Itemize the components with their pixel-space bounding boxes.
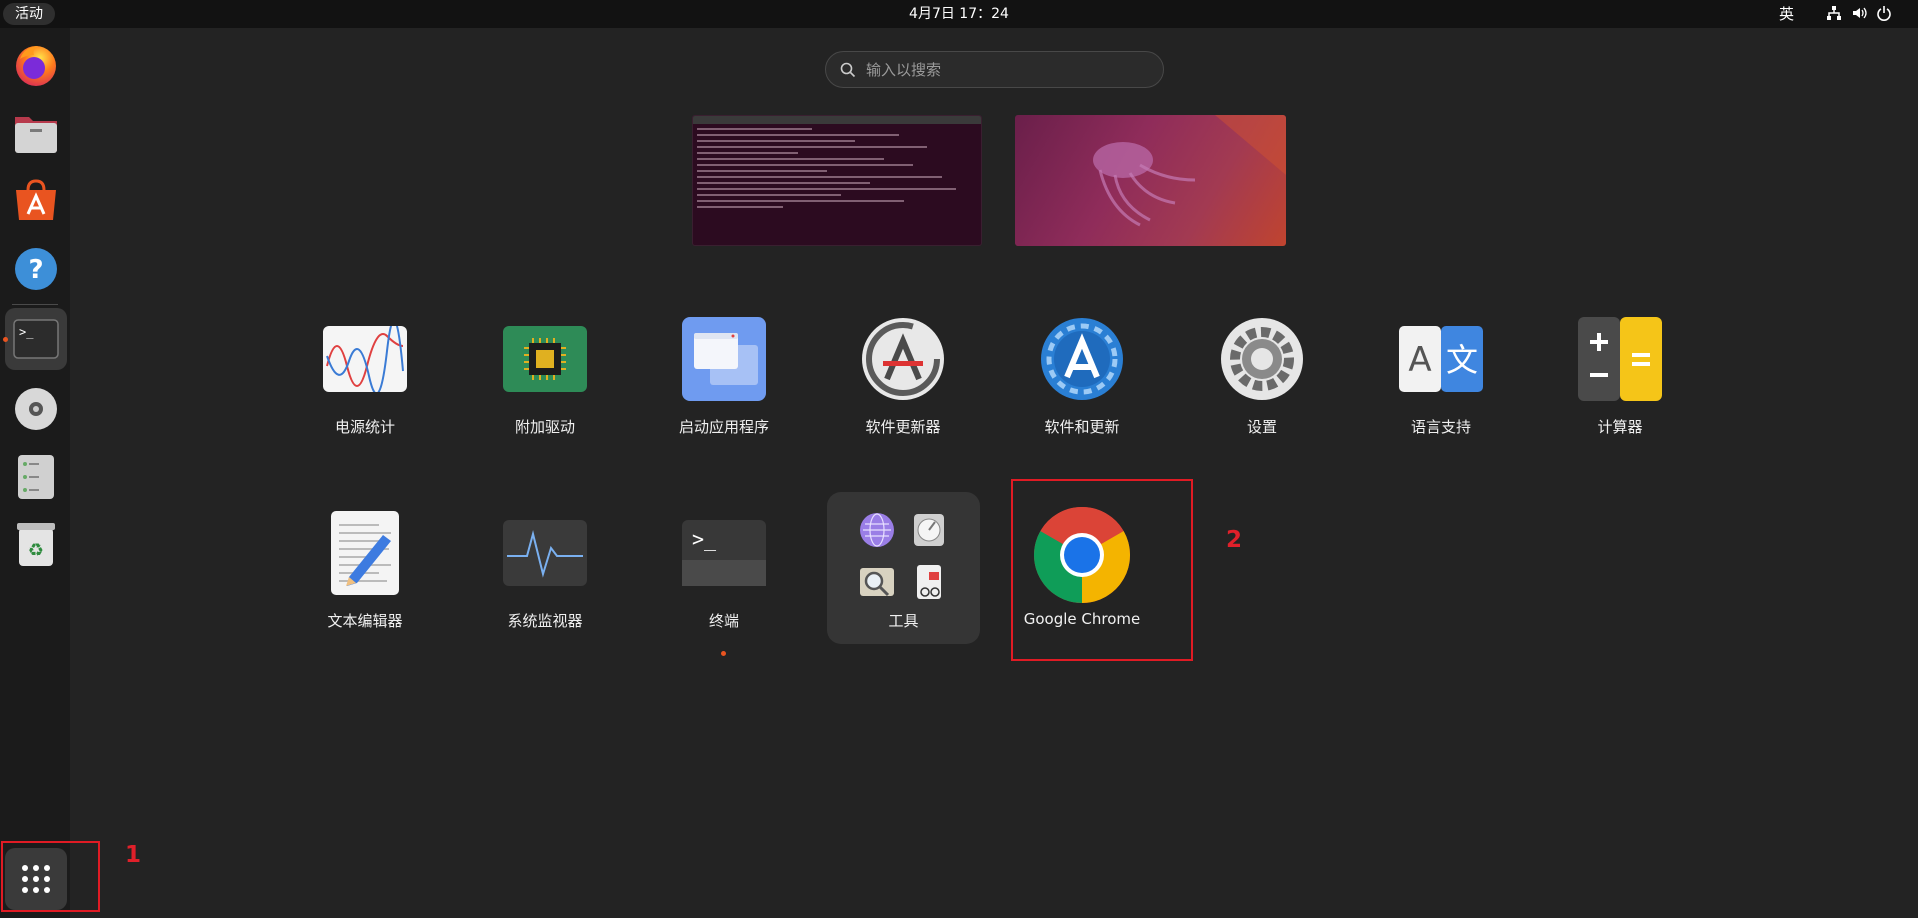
svg-text:>_: >_ bbox=[19, 325, 34, 339]
input-method-indicator[interactable]: 英 bbox=[1779, 0, 1794, 29]
dock-disks[interactable] bbox=[5, 446, 67, 508]
dock: ? >_ ♻ bbox=[0, 28, 70, 918]
app-label: 计算器 bbox=[1597, 418, 1643, 436]
app-folder-tools[interactable]: 工具 bbox=[827, 492, 980, 644]
app-label: 附加驱动 bbox=[514, 418, 575, 436]
app-system-monitor[interactable]: 系统监视器 bbox=[465, 511, 625, 661]
app-label: 系统监视器 bbox=[507, 612, 583, 630]
calculator-icon bbox=[1578, 317, 1662, 401]
disc-icon bbox=[15, 388, 57, 430]
app-label: 软件和更新 bbox=[1044, 418, 1120, 436]
trash-icon: ♻ bbox=[17, 523, 55, 566]
dock-separator bbox=[12, 304, 58, 305]
search-box[interactable] bbox=[825, 51, 1164, 88]
app-text-editor[interactable]: 文本编辑器 bbox=[285, 511, 445, 661]
help-icon: ? bbox=[15, 248, 57, 290]
document-viewer-icon bbox=[917, 565, 941, 599]
svg-text:?: ? bbox=[28, 255, 43, 285]
annotation-box-1 bbox=[1, 841, 100, 912]
app-terminal[interactable]: >_ 终端 bbox=[644, 511, 804, 661]
running-indicator bbox=[721, 651, 726, 656]
terminal-icon: >_ bbox=[682, 511, 766, 595]
workspace-thumbnail-2[interactable] bbox=[1015, 115, 1286, 246]
top-bar: 活动 4月7日 17：24 英 bbox=[0, 0, 1918, 28]
network-globe-icon bbox=[860, 513, 894, 547]
chip-icon bbox=[503, 317, 587, 401]
system-tray[interactable] bbox=[1826, 5, 1892, 21]
clock-area: 4月7日 17：24 bbox=[0, 0, 1918, 29]
disks-icon bbox=[18, 455, 54, 499]
app-label: 文本编辑器 bbox=[327, 612, 403, 630]
magnifier-icon bbox=[860, 568, 894, 597]
disk-usage-icon bbox=[914, 514, 944, 546]
dock-trash[interactable]: ♻ bbox=[5, 514, 67, 576]
annotation-box-2 bbox=[1011, 479, 1193, 661]
files-icon bbox=[15, 117, 57, 153]
app-startup-applications[interactable]: 启动应用程序 bbox=[644, 317, 804, 467]
app-label: 软件更新器 bbox=[865, 418, 941, 436]
firefox-icon bbox=[16, 46, 56, 86]
dock-firefox[interactable] bbox=[5, 34, 67, 96]
software-and-updates-icon bbox=[1040, 317, 1124, 401]
software-updater-icon bbox=[861, 317, 945, 401]
svg-text:>_: >_ bbox=[692, 527, 717, 551]
annotation-number-2: 2 bbox=[1226, 527, 1243, 553]
app-additional-drivers[interactable]: 附加驱动 bbox=[465, 317, 625, 467]
app-power-statistics[interactable]: 电源统计 bbox=[285, 317, 445, 467]
language-support-icon: A文 bbox=[1399, 317, 1483, 401]
power-icon bbox=[1877, 6, 1891, 21]
app-language-support[interactable]: A文 语言支持 bbox=[1361, 317, 1521, 467]
search-icon bbox=[840, 62, 856, 78]
network-icon bbox=[1827, 6, 1841, 20]
clock[interactable]: 4月7日 17：24 bbox=[909, 6, 1009, 22]
svg-text:文: 文 bbox=[1446, 341, 1478, 379]
app-software-and-updates[interactable]: 软件和更新 bbox=[1002, 317, 1162, 467]
window-titlebar bbox=[693, 116, 981, 124]
dock-help[interactable]: ? bbox=[5, 238, 67, 300]
app-label: 语言支持 bbox=[1410, 418, 1471, 436]
running-indicator bbox=[3, 337, 8, 342]
power-statistics-icon bbox=[323, 317, 407, 401]
dock-files[interactable] bbox=[5, 102, 67, 164]
gear-icon bbox=[1220, 317, 1304, 401]
jellyfish-wallpaper-icon bbox=[1093, 115, 1286, 227]
dock-app-center[interactable] bbox=[5, 170, 67, 232]
text-editor-icon bbox=[323, 511, 407, 595]
app-settings[interactable]: 设置 bbox=[1182, 317, 1342, 467]
volume-icon bbox=[1853, 7, 1867, 19]
folder-label: 工具 bbox=[888, 612, 919, 630]
app-label: 终端 bbox=[708, 612, 739, 630]
app-center-icon bbox=[16, 179, 56, 220]
app-software-updater[interactable]: 软件更新器 bbox=[823, 317, 983, 467]
app-label: 电源统计 bbox=[334, 418, 395, 436]
search-input[interactable] bbox=[866, 52, 1146, 87]
annotation-number-1: 1 bbox=[125, 842, 142, 868]
system-monitor-icon bbox=[503, 511, 587, 595]
dock-terminal[interactable]: >_ bbox=[5, 308, 67, 370]
workspace-thumbnail-1[interactable] bbox=[692, 115, 982, 246]
dock-disc[interactable] bbox=[5, 378, 67, 440]
terminal-icon: >_ bbox=[13, 319, 59, 359]
svg-text:♻: ♻ bbox=[28, 540, 44, 561]
app-label: 设置 bbox=[1246, 418, 1277, 436]
startup-apps-icon bbox=[682, 317, 766, 401]
app-label: 启动应用程序 bbox=[678, 418, 769, 436]
svg-text:A: A bbox=[1408, 340, 1431, 380]
activities-button[interactable]: 活动 bbox=[3, 3, 55, 25]
app-calculator[interactable]: 计算器 bbox=[1540, 317, 1700, 467]
